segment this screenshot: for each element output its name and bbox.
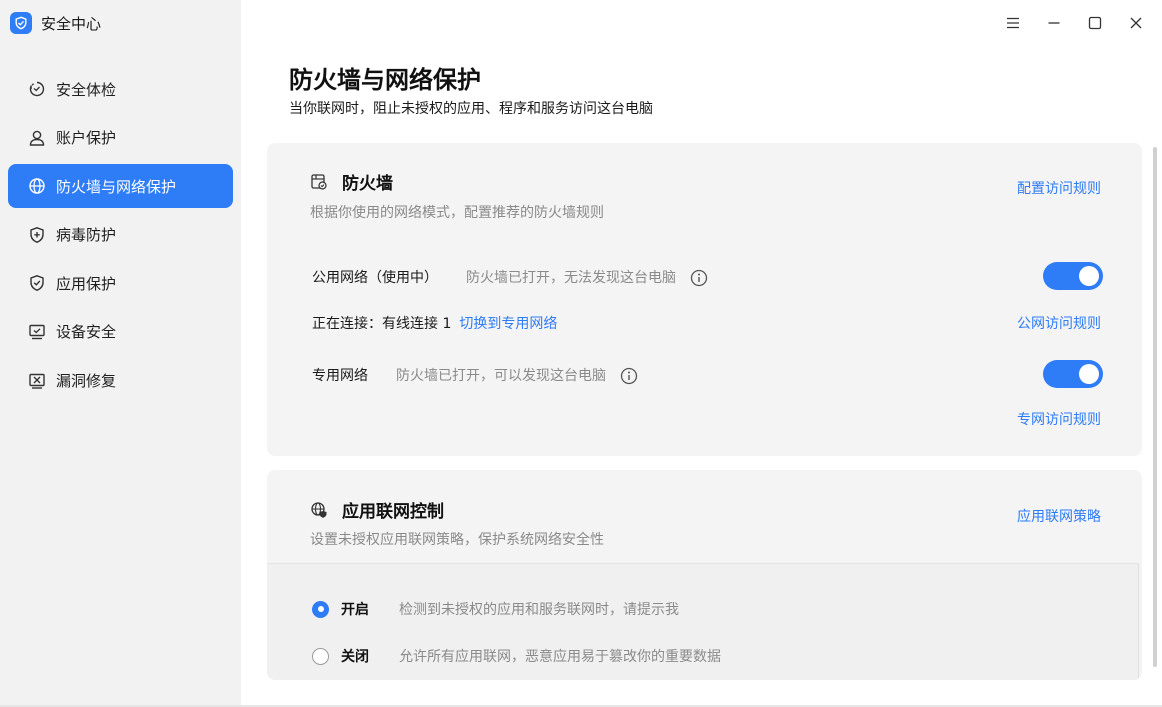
private-network-label: 专用网络 — [312, 368, 368, 384]
switch-private-link[interactable]: 切换到专用网络 — [459, 313, 557, 333]
sidebar-item-label: 设备安全 — [56, 323, 117, 342]
option-enable-label: 开启 — [341, 602, 369, 618]
firewall-title: 防火墙 — [342, 174, 393, 194]
option-enable-desc: 检测到未授权的应用和服务联网时，请提示我 — [399, 602, 679, 618]
app-control-card: 应用联网控制 设置未授权应用联网策略，保护系统网络安全性 应用联网策略 开启 检… — [267, 470, 1142, 680]
maximize-icon[interactable] — [1085, 11, 1105, 35]
app-control-options: 开启 检测到未授权的应用和服务联网时，请提示我 关闭 允许所有应用联网，恶意应用… — [267, 563, 1139, 680]
option-disable-row[interactable]: 关闭 允许所有应用联网，恶意应用易于篡改你的重要数据 — [312, 646, 721, 666]
page-title: 防火墙与网络保护 — [289, 66, 481, 94]
option-disable-label: 关闭 — [341, 649, 369, 665]
radio-enable[interactable] — [312, 600, 329, 618]
checkup-icon — [28, 80, 46, 98]
sidebar-item-device[interactable]: 设备安全 — [8, 310, 233, 354]
globe-shield-icon — [310, 501, 328, 519]
page-subtitle: 当你联网时，阻止未授权的应用、程序和服务访问这台电脑 — [289, 101, 653, 117]
config-rules-link[interactable]: 配置访问规则 — [1017, 178, 1101, 198]
connection-label: 正在连接：有线连接 1 — [312, 316, 452, 332]
menu-icon[interactable] — [1003, 11, 1023, 35]
shield-check-icon — [28, 274, 46, 292]
app-header: 安全中心 — [10, 11, 101, 35]
app-title: 安全中心 — [41, 14, 102, 33]
monitor-check-icon — [28, 323, 46, 341]
info-icon[interactable] — [690, 269, 708, 287]
info-icon[interactable] — [620, 367, 638, 385]
sidebar-nav: 安全体检 账户保护 防火墙与网络保护 病毒防护 应用保护 设备安全 漏洞修复 — [8, 67, 233, 407]
firewall-desc: 根据你使用的网络模式，配置推荐的防火墙规则 — [310, 205, 604, 221]
public-network-status: 防火墙已打开，无法发现这台电脑 — [466, 267, 708, 287]
firewall-icon — [310, 173, 328, 191]
sidebar-item-vuln[interactable]: 漏洞修复 — [8, 359, 233, 403]
sidebar-item-label: 应用保护 — [56, 274, 117, 293]
app-control-title: 应用联网控制 — [342, 502, 444, 522]
firewall-title-row: 防火墙 — [310, 169, 393, 194]
connection-row: 正在连接：有线连接 1 切换到专用网络 — [312, 313, 557, 333]
option-enable-row[interactable]: 开启 检测到未授权的应用和服务联网时，请提示我 — [312, 599, 679, 619]
sidebar-item-checkup[interactable]: 安全体检 — [8, 67, 233, 111]
radio-disable[interactable] — [312, 647, 329, 665]
private-network-status: 防火墙已打开，可以发现这台电脑 — [396, 365, 638, 385]
sidebar: 安全中心 安全体检 账户保护 防火墙与网络保护 病毒防护 应用保护 设备安全 漏… — [0, 0, 241, 707]
shield-plus-icon — [28, 226, 46, 244]
user-icon — [28, 129, 46, 147]
window-controls — [1003, 11, 1146, 35]
public-network-label: 公用网络（使用中） — [312, 270, 438, 286]
bug-fix-icon — [28, 372, 46, 390]
public-network-toggle[interactable] — [1043, 262, 1103, 290]
close-icon[interactable] — [1126, 11, 1146, 35]
public-rules-link[interactable]: 公网访问规则 — [1017, 313, 1101, 333]
sidebar-item-label: 安全体检 — [56, 80, 117, 99]
app-control-desc: 设置未授权应用联网策略，保护系统网络安全性 — [310, 532, 604, 548]
sidebar-item-app-protect[interactable]: 应用保护 — [8, 261, 233, 305]
sidebar-item-label: 账户保护 — [56, 129, 117, 148]
firewall-card: 防火墙 根据你使用的网络模式，配置推荐的防火墙规则 配置访问规则 公用网络（使用… — [267, 143, 1142, 456]
app-policy-link[interactable]: 应用联网策略 — [1017, 506, 1101, 526]
private-network-toggle[interactable] — [1043, 360, 1103, 388]
globe-icon — [28, 177, 46, 195]
sidebar-item-label: 漏洞修复 — [56, 372, 117, 391]
sidebar-item-label: 病毒防护 — [56, 226, 117, 245]
sidebar-item-account[interactable]: 账户保护 — [8, 116, 233, 160]
sidebar-item-firewall[interactable]: 防火墙与网络保护 — [8, 164, 233, 209]
app-control-title-row: 应用联网控制 — [310, 497, 444, 522]
sidebar-item-label: 防火墙与网络保护 — [56, 177, 177, 196]
public-network-row: 公用网络（使用中） 防火墙已打开，无法发现这台电脑 — [312, 267, 708, 287]
minimize-icon[interactable] — [1044, 11, 1064, 35]
sidebar-item-virus[interactable]: 病毒防护 — [8, 213, 233, 257]
private-network-row: 专用网络 防火墙已打开，可以发现这台电脑 — [312, 365, 638, 385]
scrollbar[interactable] — [1153, 147, 1157, 667]
option-disable-desc: 允许所有应用联网，恶意应用易于篡改你的重要数据 — [399, 649, 721, 665]
shield-logo-icon — [10, 12, 32, 34]
private-rules-link[interactable]: 专网访问规则 — [1017, 409, 1101, 429]
